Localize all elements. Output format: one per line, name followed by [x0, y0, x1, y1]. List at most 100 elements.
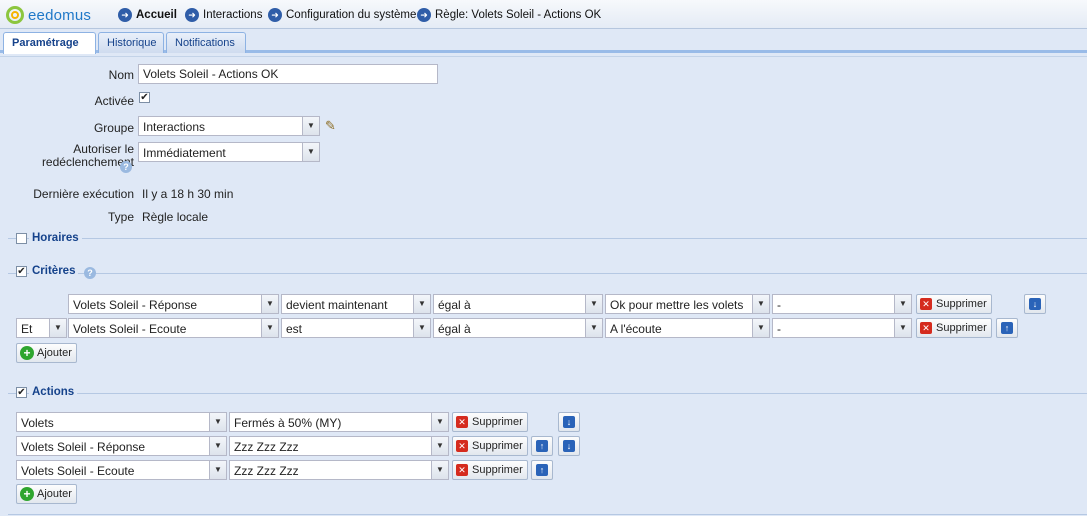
- action-2-value-select[interactable]: Zzz Zzz Zzz ▼: [229, 436, 449, 456]
- delete-x-icon: ✕: [456, 416, 468, 428]
- chevron-down-icon[interactable]: ▼: [261, 319, 278, 337]
- arrow-down-icon: ↓: [563, 440, 575, 452]
- activee-label: Activée: [94, 94, 134, 108]
- critere-2-delete-button[interactable]: ✕ Supprimer: [916, 318, 992, 338]
- critere-1-value-select[interactable]: Ok pour mettre les volets ▼: [605, 294, 770, 314]
- redeclenchement-label: Autoriser le redéclenchement: [41, 142, 134, 169]
- add-critere-button[interactable]: + Ajouter: [16, 343, 77, 363]
- actions-divider: [8, 393, 1087, 394]
- criteres-checkbox[interactable]: ✔: [16, 266, 27, 277]
- chevron-down-icon[interactable]: ▼: [894, 319, 911, 337]
- chevron-down-icon[interactable]: ▼: [413, 319, 430, 337]
- chevron-down-icon[interactable]: ▼: [431, 461, 448, 479]
- arrow-up-icon: ↑: [536, 440, 548, 452]
- action-3-delete-button[interactable]: ✕ Supprimer: [452, 460, 528, 480]
- arrow-down-icon: ↓: [1029, 298, 1041, 310]
- chevron-down-icon[interactable]: ▼: [752, 295, 769, 313]
- chevron-down-icon[interactable]: ▼: [261, 295, 278, 313]
- critere-2-extra-select[interactable]: - ▼: [772, 318, 912, 338]
- action-1-value-select[interactable]: Fermés à 50% (MY) ▼: [229, 412, 449, 432]
- crumb-regle[interactable]: ➜ Règle: Volets Soleil - Actions OK: [417, 6, 601, 24]
- critere-1-extra-select[interactable]: - ▼: [772, 294, 912, 314]
- arrow-right-icon: ➜: [268, 8, 282, 22]
- chevron-down-icon[interactable]: ▼: [413, 295, 430, 313]
- critere-1-delete-button[interactable]: ✕ Supprimer: [916, 294, 992, 314]
- chevron-down-icon[interactable]: ▼: [302, 143, 319, 161]
- action-1-delete-button[interactable]: ✕ Supprimer: [452, 412, 528, 432]
- actions-title: Actions: [29, 386, 78, 398]
- chevron-down-icon[interactable]: ▼: [431, 413, 448, 431]
- critere-1-operator-select[interactable]: égal à ▼: [433, 294, 603, 314]
- delete-x-icon: ✕: [920, 298, 932, 310]
- type-label: Type: [107, 210, 134, 224]
- nom-label: Nom: [108, 68, 134, 82]
- chevron-down-icon[interactable]: ▼: [431, 437, 448, 455]
- chevron-down-icon[interactable]: ▼: [209, 413, 226, 431]
- action-2-delete-button[interactable]: ✕ Supprimer: [452, 436, 528, 456]
- chevron-down-icon[interactable]: ▼: [585, 295, 602, 313]
- critere-2-condition-select[interactable]: est ▼: [281, 318, 431, 338]
- chevron-down-icon[interactable]: ▼: [209, 437, 226, 455]
- critere-2-device-select[interactable]: Volets Soleil - Ecoute ▼: [68, 318, 279, 338]
- criteres-divider: [8, 273, 1087, 274]
- crumb-configuration[interactable]: ➜ Configuration du système: [268, 6, 416, 24]
- crumb-interactions[interactable]: ➜ Interactions: [185, 6, 262, 24]
- type-value: Règle locale: [142, 210, 209, 224]
- chevron-down-icon[interactable]: ▼: [49, 319, 66, 337]
- activee-checkbox[interactable]: ✔: [139, 92, 150, 103]
- action-2-device-select[interactable]: Volets Soleil - Réponse ▼: [16, 436, 227, 456]
- horaires-divider: [8, 238, 1087, 239]
- action-3-value-select[interactable]: Zzz Zzz Zzz ▼: [229, 460, 449, 480]
- help-icon[interactable]: ?: [120, 161, 132, 173]
- logo-text: eedomus: [28, 6, 92, 24]
- action-2-move-down-button[interactable]: ↓: [558, 436, 580, 456]
- critere-1-device-select[interactable]: Volets Soleil - Réponse ▼: [68, 294, 279, 314]
- chevron-down-icon[interactable]: ▼: [302, 117, 319, 135]
- top-nav-bar: eedomus ➜ Accueil ➜ Interactions ➜ Confi…: [0, 0, 1087, 29]
- plus-icon: +: [20, 487, 34, 501]
- chevron-down-icon[interactable]: ▼: [752, 319, 769, 337]
- derniere-execution-label: Dernière exécution: [33, 187, 134, 201]
- bottom-divider: [8, 514, 1087, 515]
- help-icon[interactable]: ?: [84, 267, 96, 279]
- tab-historique[interactable]: Historique: [98, 32, 164, 53]
- delete-x-icon: ✕: [456, 440, 468, 452]
- tab-parametrage[interactable]: Paramétrage: [3, 32, 96, 54]
- chevron-down-icon[interactable]: ▼: [209, 461, 226, 479]
- actions-checkbox[interactable]: ✔: [16, 387, 27, 398]
- critere-1-condition-select[interactable]: devient maintenant ▼: [281, 294, 431, 314]
- nom-input[interactable]: Volets Soleil - Actions OK: [138, 64, 438, 84]
- action-1-device-select[interactable]: Volets ▼: [16, 412, 227, 432]
- horaires-title: Horaires: [29, 232, 82, 244]
- chevron-down-icon[interactable]: ▼: [894, 295, 911, 313]
- crumb-accueil[interactable]: ➜ Accueil: [118, 6, 177, 24]
- arrow-up-icon: ↑: [536, 464, 548, 476]
- action-2-move-up-button[interactable]: ↑: [531, 436, 553, 456]
- critere-1-move-down-button[interactable]: ↓: [1024, 294, 1046, 314]
- tab-notifications[interactable]: Notifications: [166, 32, 246, 53]
- action-1-move-down-button[interactable]: ↓: [558, 412, 580, 432]
- derniere-execution-value: Il y a 18 h 30 min: [142, 187, 234, 201]
- action-3-move-up-button[interactable]: ↑: [531, 460, 553, 480]
- critere-2-operator-select[interactable]: égal à ▼: [433, 318, 603, 338]
- logo-ring-icon: [6, 6, 24, 24]
- delete-x-icon: ✕: [920, 322, 932, 334]
- chevron-down-icon[interactable]: ▼: [585, 319, 602, 337]
- arrow-right-icon: ➜: [118, 8, 132, 22]
- horaires-checkbox[interactable]: [16, 233, 27, 244]
- arrow-right-icon: ➜: [417, 8, 431, 22]
- tab-bar: Paramétrage Historique Notifications: [0, 29, 1087, 54]
- parametrage-panel: Nom Volets Soleil - Actions OK Activée ✔…: [0, 56, 1087, 516]
- redeclenchement-select[interactable]: Immédiatement ▼: [138, 142, 320, 162]
- critere-2-conjunction-select[interactable]: Et ▼: [16, 318, 67, 338]
- arrow-down-icon: ↓: [563, 416, 575, 428]
- arrow-up-icon: ↑: [1001, 322, 1013, 334]
- eedomus-logo[interactable]: eedomus: [6, 5, 91, 25]
- groupe-select[interactable]: Interactions ▼: [138, 116, 320, 136]
- add-action-button[interactable]: + Ajouter: [16, 484, 77, 504]
- critere-2-move-up-button[interactable]: ↑: [996, 318, 1018, 338]
- edit-pencil-icon[interactable]: ✎: [325, 119, 339, 133]
- critere-2-value-select[interactable]: A l'écoute ▼: [605, 318, 770, 338]
- action-3-device-select[interactable]: Volets Soleil - Ecoute ▼: [16, 460, 227, 480]
- groupe-label: Groupe: [93, 121, 134, 135]
